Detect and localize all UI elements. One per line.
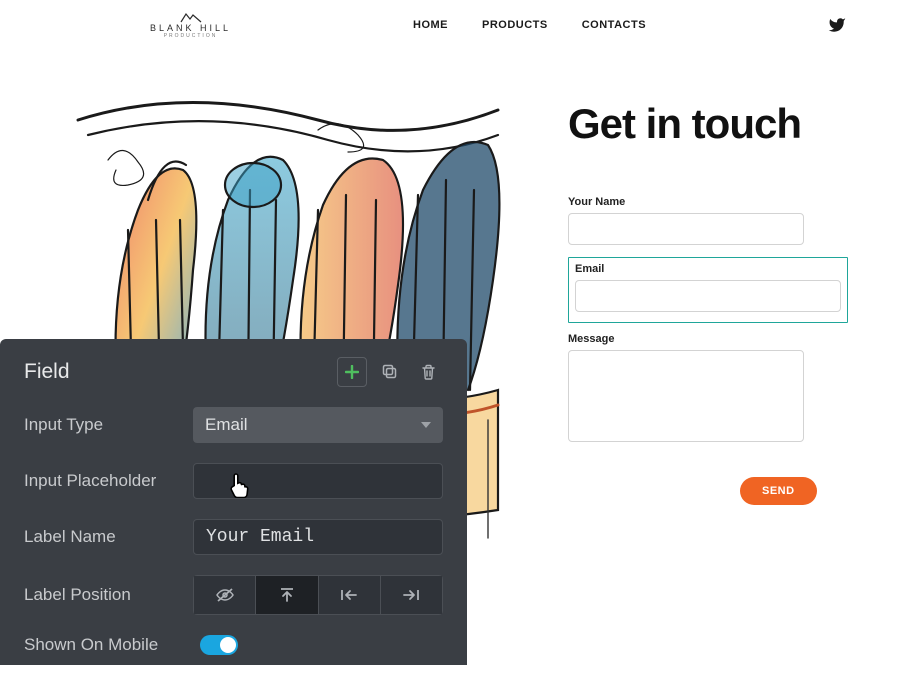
row-label-name: Label Name [24, 519, 443, 555]
arrow-up-to-line-icon [279, 587, 295, 603]
logo[interactable]: BLANK HILL PRODUCTION [150, 11, 231, 40]
twitter-icon[interactable] [828, 16, 846, 34]
nav-products[interactable]: PRODUCTS [482, 19, 548, 31]
email-input[interactable] [575, 280, 841, 312]
input-type-label: Input Type [24, 415, 193, 435]
input-type-value: Email [205, 415, 248, 435]
nav-contacts[interactable]: CONTACTS [582, 19, 646, 31]
arrow-left-to-line-icon [340, 588, 358, 602]
placeholder-label: Input Placeholder [24, 471, 193, 491]
shown-mobile-toggle[interactable] [200, 635, 238, 655]
label-position-top[interactable] [255, 575, 317, 615]
panel-body: Input Type Email Input Placeholder Label… [0, 401, 467, 681]
input-type-select[interactable]: Email [193, 407, 443, 443]
field-email[interactable]: Email [568, 257, 848, 323]
label-position-label: Label Position [24, 585, 193, 605]
message-input[interactable] [568, 350, 804, 442]
placeholder-input[interactable] [193, 463, 443, 499]
row-shown-mobile: Shown On Mobile [24, 635, 443, 655]
send-button[interactable]: SEND [740, 477, 817, 505]
plus-icon [345, 365, 359, 379]
label-position-hidden[interactable] [193, 575, 255, 615]
delete-field-button[interactable] [413, 357, 443, 387]
logo-subtext: PRODUCTION [164, 33, 218, 39]
logo-text: BLANK HILL [150, 23, 231, 34]
duplicate-field-button[interactable] [375, 357, 405, 387]
field-editor-panel: Field Input Type Email Input Plac [0, 339, 467, 665]
row-input-type: Input Type Email [24, 407, 443, 443]
site-header: BLANK HILL PRODUCTION HOME PRODUCTS CONT… [0, 0, 916, 50]
eye-off-icon [215, 588, 235, 602]
trash-icon [421, 364, 436, 380]
add-field-button[interactable] [337, 357, 367, 387]
mountain-icon [179, 11, 203, 23]
field-name: Your Name [568, 196, 848, 245]
field-message: Message [568, 333, 848, 447]
row-placeholder: Input Placeholder [24, 463, 443, 499]
form-title: Get in touch [568, 100, 848, 148]
arrow-right-to-line-icon [402, 588, 420, 602]
panel-actions [337, 357, 443, 387]
panel-header: Field [0, 339, 467, 401]
nav-home[interactable]: HOME [413, 19, 448, 31]
name-input[interactable] [568, 213, 804, 245]
shown-mobile-label: Shown On Mobile [24, 635, 200, 655]
main-nav: HOME PRODUCTS CONTACTS [413, 19, 646, 31]
name-label: Your Name [568, 196, 848, 208]
label-name-label: Label Name [24, 527, 193, 547]
row-label-position: Label Position [24, 575, 443, 615]
label-name-input[interactable] [193, 519, 443, 555]
copy-icon [382, 364, 398, 380]
email-label: Email [575, 263, 841, 275]
contact-form: Get in touch Your Name Email Message SEN… [568, 90, 848, 540]
chevron-down-icon [421, 422, 431, 428]
label-position-right[interactable] [380, 575, 443, 615]
toggle-knob [220, 637, 236, 653]
panel-title: Field [24, 360, 70, 384]
label-position-left[interactable] [318, 575, 380, 615]
message-label: Message [568, 333, 848, 345]
label-position-segmented [193, 575, 443, 615]
